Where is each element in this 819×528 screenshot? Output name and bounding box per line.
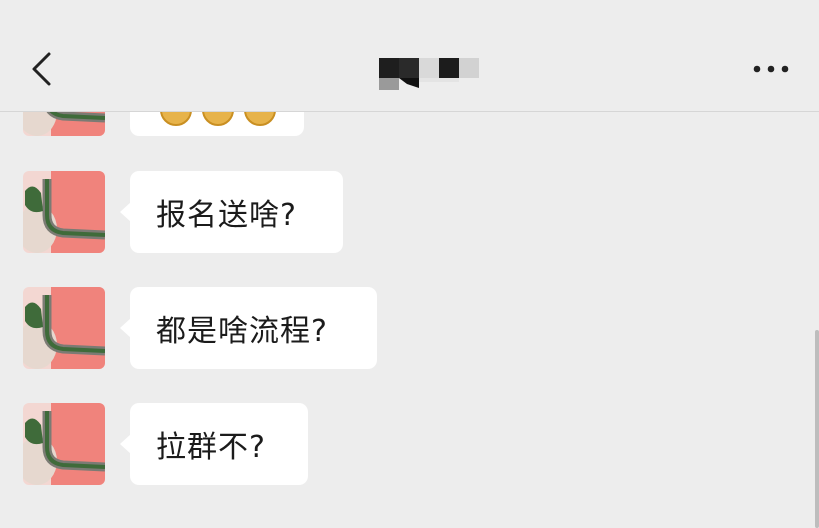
scrollbar[interactable]	[815, 330, 819, 528]
avatar-image	[23, 171, 105, 253]
chat-header	[0, 0, 819, 112]
chat-title-redacted	[379, 56, 479, 90]
message-text: 拉群不?	[156, 430, 266, 465]
avatar-image	[23, 403, 105, 485]
message-text: 报名送啥?	[156, 198, 297, 233]
chevron-left-icon	[32, 52, 51, 86]
avatar-image	[23, 287, 105, 369]
avatar[interactable]	[23, 403, 105, 485]
message-bubble: 都是啥流程?	[120, 287, 377, 369]
ellipsis-icon	[753, 65, 789, 73]
message-bubble: 拉群不?	[120, 403, 308, 485]
more-options-button[interactable]	[748, 56, 794, 82]
avatar[interactable]	[23, 171, 105, 253]
avatar[interactable]	[23, 287, 105, 369]
message-bubble: 报名送啥?	[120, 171, 343, 253]
back-button[interactable]	[22, 46, 62, 92]
message-text: 都是啥流程?	[156, 314, 328, 349]
